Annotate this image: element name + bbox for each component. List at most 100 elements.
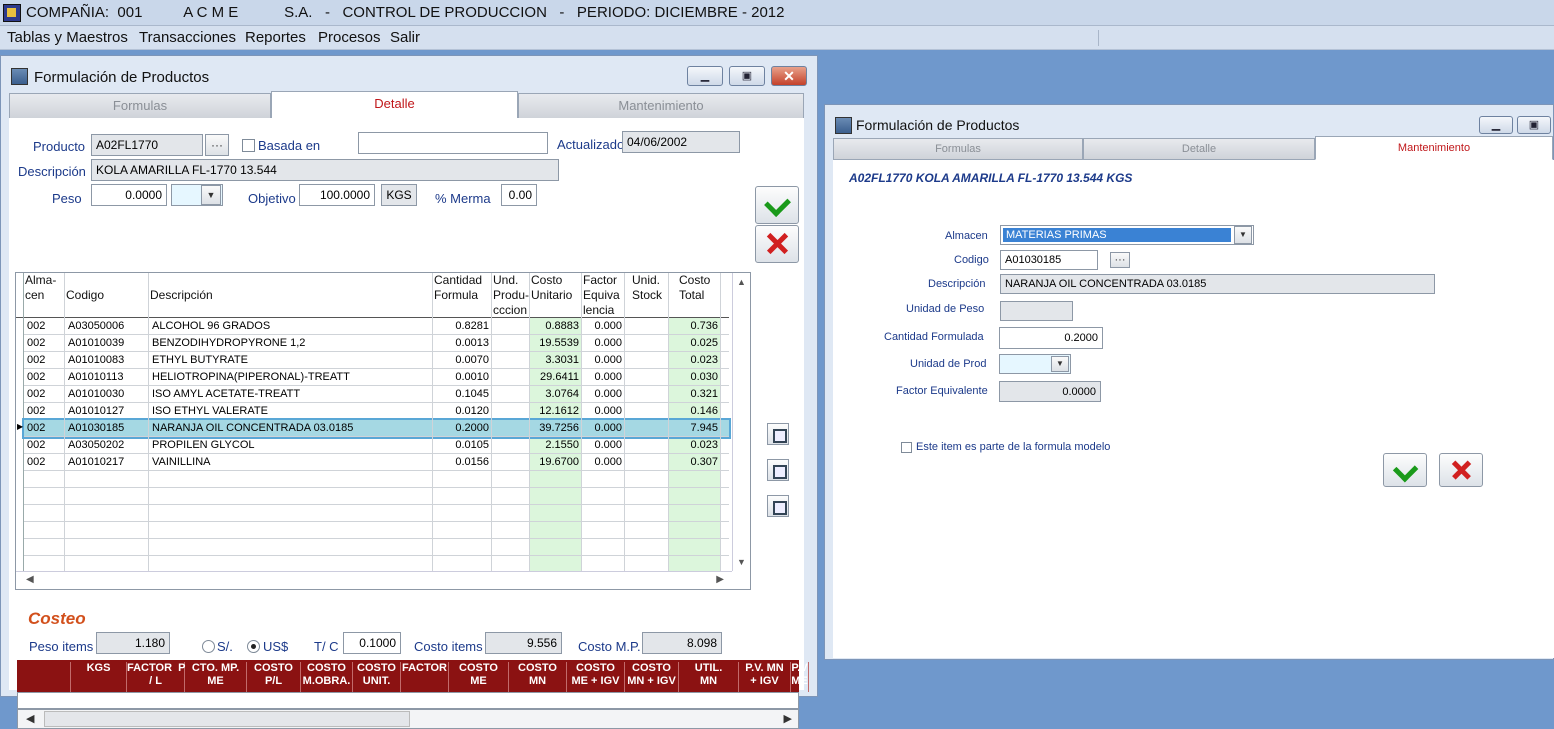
tab-detalle[interactable]: Detalle [1083, 138, 1315, 160]
cell-total: 0.030 [690, 371, 718, 383]
costeo-col: COSTO M.OBRA. [301, 662, 353, 692]
cell-factor: 0.000 [594, 354, 622, 366]
costeo-hscrollbar[interactable]: ◀ ▶ [17, 709, 799, 729]
cell-factor: 0.000 [594, 371, 622, 383]
horizontal-scrollbar[interactable]: ◀ ▶ [16, 571, 732, 589]
descripcion-label: Descripción [928, 278, 986, 290]
cell-desc: ALCOHOL 96 GRADOS [152, 320, 271, 332]
cancel-button[interactable] [1439, 453, 1483, 487]
codigo-lookup-button[interactable]: ··· [1110, 252, 1130, 268]
tab-detalle[interactable]: Detalle [271, 91, 518, 119]
basada-en-checkbox[interactable] [242, 139, 255, 152]
cell-desc: VAINILLINA [152, 456, 211, 468]
chevron-down-icon[interactable]: ▼ [201, 185, 221, 205]
unidad-prod-label: Unidad de Prod [910, 358, 987, 370]
accept-button[interactable] [1383, 453, 1427, 487]
cell-costo: 19.5539 [539, 337, 579, 349]
tc-field[interactable]: 0.1000 [343, 632, 401, 654]
costo-mp-field: 8.098 [642, 632, 722, 654]
chevron-down-icon[interactable]: ▼ [1051, 356, 1069, 372]
minimize-button[interactable]: ▁ [687, 66, 723, 86]
chevron-down-icon[interactable]: ▼ [1234, 226, 1252, 244]
descripcion-field[interactable]: NARANJA OIL CONCENTRADA 03.0185 [1000, 274, 1435, 294]
menu-salir[interactable]: Salir [390, 29, 420, 46]
menu-reportes[interactable]: Reportes [245, 29, 306, 46]
menu-divider [1098, 30, 1099, 46]
costeo-grid-row [17, 692, 799, 709]
cell-cant: 0.0010 [455, 371, 489, 383]
maximize-button[interactable]: ▣ [1517, 116, 1551, 134]
costo-mp-label: Costo M.P. [578, 639, 641, 654]
app-title: COMPAÑIA: 001 A C M E S.A. - CONTROL DE … [26, 4, 785, 21]
cell-cant: 0.0105 [455, 439, 489, 451]
peso-field[interactable]: 0.0000 [91, 184, 167, 206]
grid-line [491, 273, 492, 571]
cell-cant: 0.0013 [455, 337, 489, 349]
costeo-col: COSTO ME [449, 662, 509, 692]
producto-field[interactable]: A02FL1770 [91, 134, 203, 156]
cell-costo: 3.3031 [545, 354, 579, 366]
menu-transacciones[interactable]: Transacciones [139, 29, 236, 46]
col-almacen: Alma- cen [25, 273, 57, 302]
cell-desc: PROPILEN GLYCOL [152, 439, 255, 451]
dolares-radio[interactable] [247, 640, 260, 653]
col-factor: Factor Equiva lencia [583, 273, 620, 317]
peso-label: Peso [52, 191, 82, 206]
tab-formulas[interactable]: Formulas [833, 138, 1083, 160]
descripcion-field[interactable]: KOLA AMARILLA FL-1770 13.544 [91, 159, 559, 181]
cell-cant: 0.0120 [455, 405, 489, 417]
cell-costo: 39.7256 [539, 422, 579, 434]
tab-formulas[interactable]: Formulas [9, 93, 271, 119]
cell-desc: ISO AMYL ACETATE-TREATT [152, 388, 301, 400]
cantidad-field[interactable]: 0.2000 [999, 327, 1103, 349]
costeo-title: Costeo [28, 609, 86, 628]
producto-lookup-button[interactable]: ··· [205, 134, 229, 156]
app-title-bar: COMPAÑIA: 001 A C M E S.A. - CONTROL DE … [0, 0, 1554, 26]
cell-factor: 0.000 [594, 422, 622, 434]
objetivo-field[interactable]: 100.0000 [299, 184, 375, 206]
add-item-icon[interactable] [767, 423, 789, 445]
costo-items-label: Costo items [414, 639, 483, 654]
cell-alm: 002 [27, 354, 46, 366]
codigo-field[interactable]: A01030185 [1000, 250, 1098, 270]
cell-cant: 0.1045 [455, 388, 489, 400]
cell-total: 0.307 [690, 456, 718, 468]
vertical-scrollbar[interactable]: ▲ ▼ [732, 273, 750, 571]
kgs-unit: KGS [381, 184, 417, 206]
delete-item-icon[interactable] [767, 495, 789, 517]
cell-desc: ETHYL BUTYRATE [152, 354, 248, 366]
actualizado-label: Actualizado [557, 137, 625, 152]
costeo-grid-header: KGS FACTOR P / L CTO. MP. ME COSTO P/L COSTO… [17, 660, 809, 692]
window-title: Formulación de Productos [34, 69, 210, 86]
tab-mantenimiento[interactable]: Mantenimiento [518, 93, 804, 119]
tab-mantenimiento[interactable]: Mantenimiento [1315, 136, 1553, 160]
basada-en-field[interactable] [358, 132, 548, 154]
close-button[interactable]: ✕ [771, 66, 807, 86]
edit-item-icon[interactable] [767, 459, 789, 481]
accept-button[interactable] [755, 186, 799, 224]
almacen-select[interactable]: MATERIAS PRIMAS [1000, 225, 1254, 245]
col-cantidad: Cantidad Formula [434, 273, 483, 302]
cell-cant: 0.8281 [455, 320, 489, 332]
almacen-value: MATERIAS PRIMAS [1003, 228, 1231, 242]
costeo-col: COSTO UNIT. [353, 662, 401, 692]
menu-procesos[interactable]: Procesos [318, 29, 381, 46]
cell-cod: A01010127 [68, 405, 125, 417]
cell-costo: 29.6411 [540, 371, 579, 383]
cell-factor: 0.000 [594, 337, 622, 349]
objetivo-label: Objetivo [248, 191, 296, 206]
menu-tablas-maestros[interactable]: Tablas y Maestros [7, 29, 128, 46]
unidad-peso-field [1000, 301, 1073, 321]
cell-desc: HELIOTROPINA(PIPERONAL)-TREATT [152, 371, 350, 383]
app-icon [3, 4, 21, 22]
cancel-button[interactable] [755, 225, 799, 263]
costeo-col: CTO. MP. ME [185, 662, 247, 692]
merma-field[interactable]: 0.00 [501, 184, 537, 206]
minimize-button[interactable]: ▁ [1479, 116, 1513, 134]
costeo-col: COSTO MN + IGV [625, 662, 679, 692]
cell-desc: ISO ETHYL VALERATE [152, 405, 268, 417]
soles-radio[interactable] [202, 640, 215, 653]
formula-modelo-checkbox[interactable] [901, 442, 912, 453]
maximize-button[interactable]: ▣ [729, 66, 765, 86]
grid-line [668, 273, 669, 571]
